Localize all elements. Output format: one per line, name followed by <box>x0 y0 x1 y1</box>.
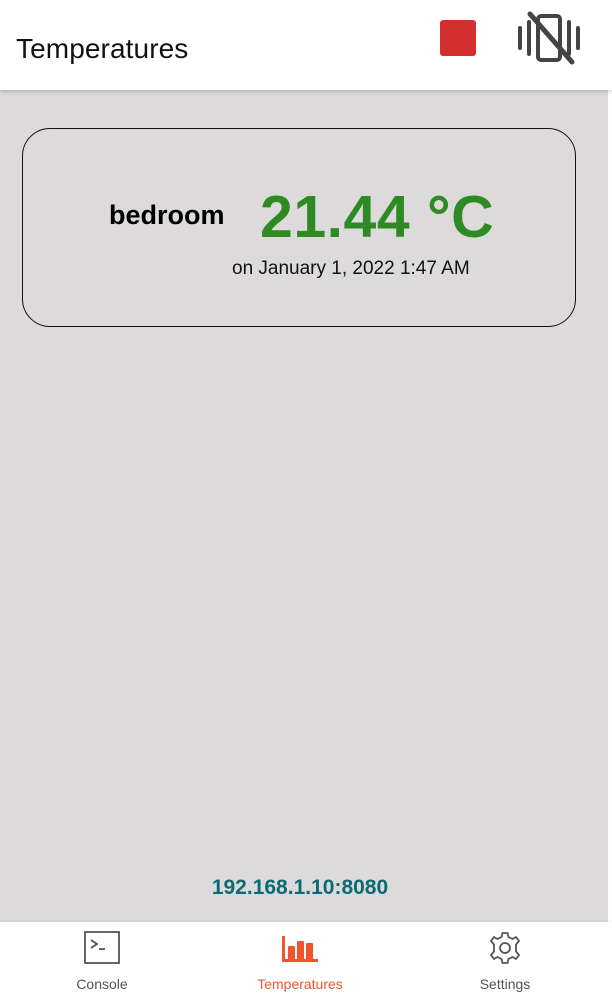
server-address: 192.168.1.10:8080 <box>211 876 389 899</box>
reading-timestamp: on January 1, 2022 1:47 AM <box>232 258 470 279</box>
nav-label-console: Console <box>76 976 128 992</box>
screen-edge <box>608 90 612 922</box>
nav-item-console[interactable]: Console <box>0 922 204 994</box>
gear-icon <box>485 930 525 966</box>
temperature-card: bedroom 21.44 °C on January 1, 2022 1:47… <box>22 128 576 327</box>
nav-item-settings[interactable]: Settings <box>403 922 607 994</box>
sensor-name: bedroom <box>109 200 225 230</box>
page-title: Temperatures <box>16 33 189 64</box>
bottom-navigation: Console Temperatures Settings <box>0 922 612 994</box>
terminal-icon <box>82 930 122 966</box>
stop-button[interactable] <box>440 20 476 56</box>
nav-item-temperatures[interactable]: Temperatures <box>198 922 402 994</box>
vibrate-off-icon[interactable] <box>516 10 580 66</box>
nav-label-settings: Settings <box>479 976 531 992</box>
app-bar: Temperatures <box>0 0 612 90</box>
nav-label-temperatures: Temperatures <box>257 976 343 992</box>
bar-chart-icon <box>280 930 320 966</box>
temperature-value: 21.44 °C <box>260 184 495 250</box>
